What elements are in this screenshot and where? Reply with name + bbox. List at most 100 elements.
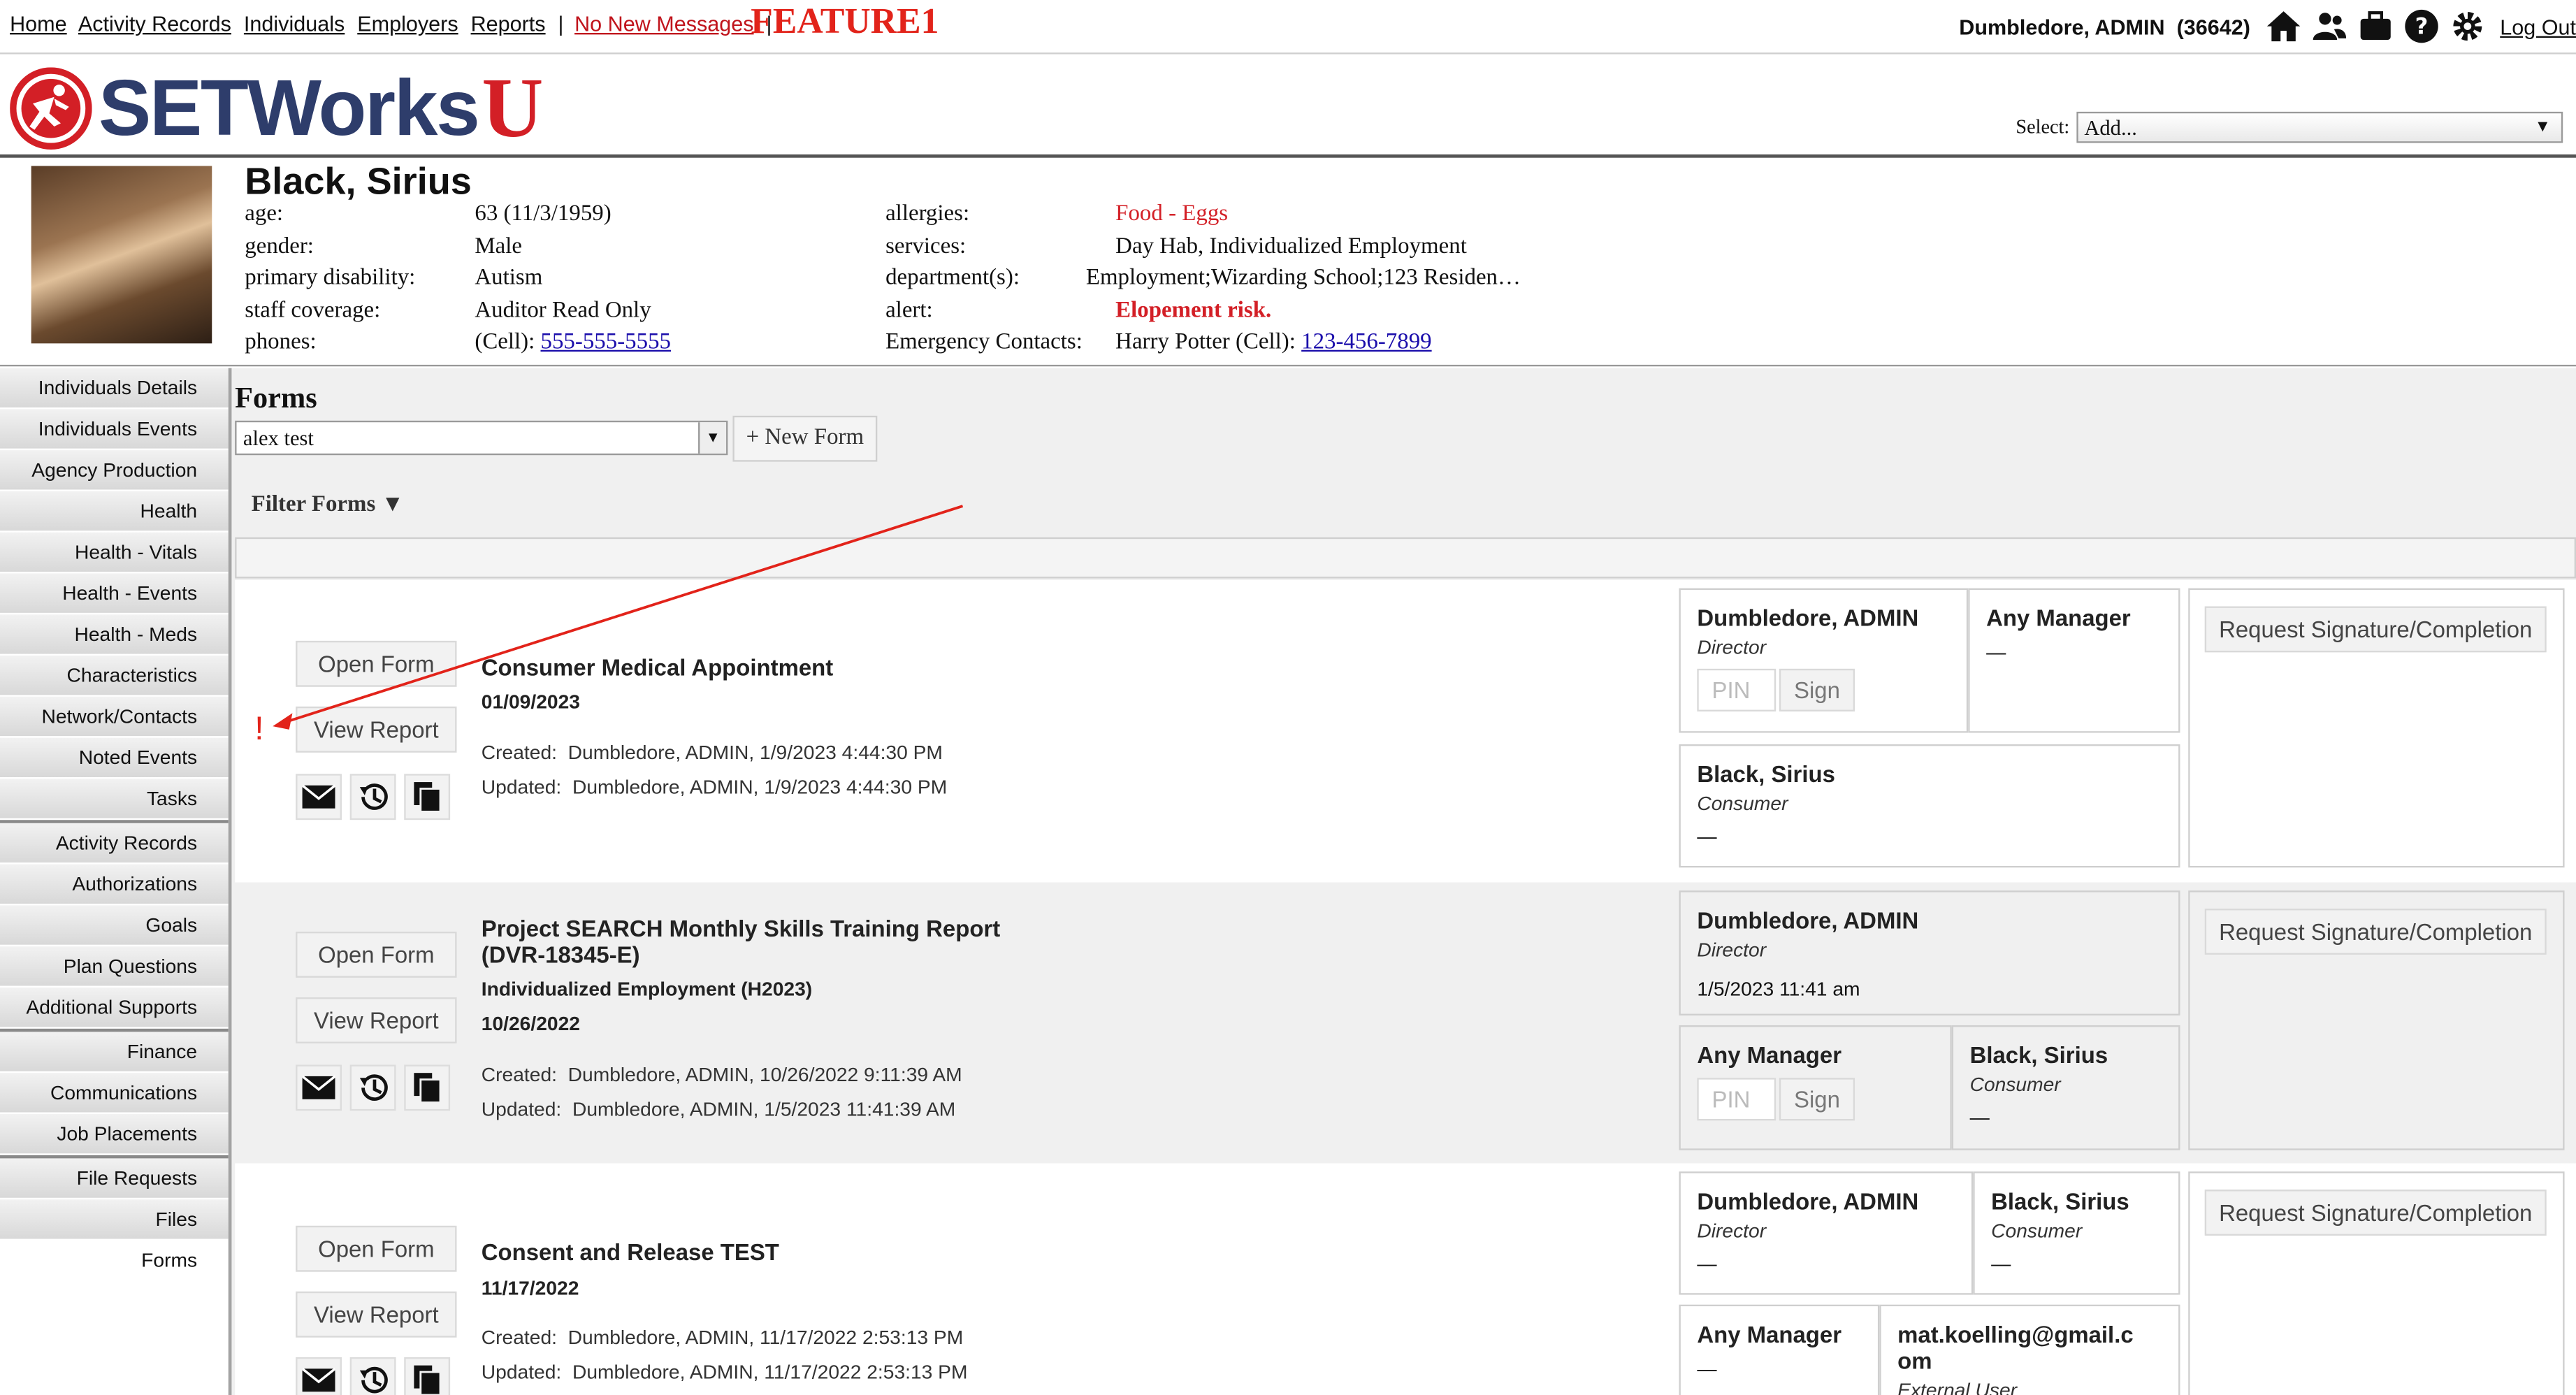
sidebar-item-health-events[interactable]: Health - Events [0, 573, 229, 615]
label-gender: gender: [245, 234, 314, 259]
email-icon[interactable] [296, 774, 342, 821]
sidebar-item-health-vitals[interactable]: Health - Vitals [0, 532, 229, 574]
sidebar-item-tasks[interactable]: Tasks [0, 779, 229, 821]
sidebar-item-file-requests[interactable]: File Requests [0, 1158, 229, 1200]
home-icon[interactable] [2265, 8, 2301, 45]
help-icon[interactable]: ? [2403, 8, 2440, 45]
briefcase-icon[interactable] [2357, 8, 2394, 45]
view-report-button[interactable]: View Report [296, 706, 457, 753]
history-icon[interactable] [349, 1064, 396, 1111]
nav-individuals-link[interactable]: Individuals [244, 11, 345, 36]
request-box: Request Signature/Completion [2188, 1171, 2565, 1395]
nav-home-link[interactable]: Home [10, 11, 67, 36]
users-icon[interactable] [2311, 8, 2347, 45]
sidebar-item-forms[interactable]: Forms [0, 1240, 229, 1282]
open-form-button[interactable]: Open Form [296, 640, 457, 687]
form-service: Individualized Employment (H2023) [481, 977, 813, 1001]
demographics-divider [0, 364, 2576, 367]
open-form-button[interactable]: Open Form [296, 1225, 457, 1272]
logout-link[interactable]: Log Out [2500, 14, 2576, 38]
copy-icon[interactable] [404, 1357, 451, 1395]
warning-icon: ! [254, 711, 264, 748]
sidebar-item-job-placements[interactable]: Job Placements [0, 1113, 229, 1155]
signer-box: mat.koelling@gmail.c om External User [1879, 1304, 2180, 1395]
sign-button[interactable]: Sign [1779, 668, 1855, 711]
sidebar-item-goals[interactable]: Goals [0, 905, 229, 947]
sidebar-item-additional-supports[interactable]: Additional Supports [0, 987, 229, 1029]
signer-name: Any Manager [1697, 1041, 1842, 1069]
filter-forms-toggle[interactable]: Filter Forms ▼ [252, 493, 404, 519]
phone-link[interactable]: 555-555-5555 [541, 331, 671, 355]
sidebar-item-individuals-events[interactable]: Individuals Events [0, 409, 229, 451]
logo-text: SETWorks [99, 64, 480, 152]
form-title[interactable]: Consent and Release TEST [482, 1239, 779, 1266]
email-icon[interactable] [296, 1357, 342, 1395]
view-report-button[interactable]: View Report [296, 1291, 457, 1338]
history-icon[interactable] [349, 1357, 396, 1395]
form-updated: Updated: Dumbledore, ADMIN, 11/17/2022 2… [481, 1360, 968, 1384]
sign-button[interactable]: Sign [1779, 1078, 1855, 1121]
pin-input[interactable]: PIN [1697, 668, 1777, 711]
demo-right-labels: allergies: services: department(s): aler… [885, 202, 1083, 363]
sidebar-item-communications[interactable]: Communications [0, 1073, 229, 1114]
setworks-logo[interactable]: SETWorks U [10, 62, 544, 155]
sidebar-item-plan-questions[interactable]: Plan Questions [0, 946, 229, 988]
history-icon[interactable] [349, 774, 396, 821]
nav-reports-link[interactable]: Reports [471, 11, 546, 36]
signer-box: Any Manager PIN Sign [1679, 1025, 1952, 1150]
signer-status: — [1969, 1106, 1990, 1129]
logo-suffix: U [482, 62, 544, 156]
request-signature-button[interactable]: Request Signature/Completion [2204, 1190, 2547, 1236]
open-form-button[interactable]: Open Form [296, 932, 457, 978]
add-select[interactable]: Add... ▼ [2076, 111, 2563, 143]
nav-employers-link[interactable]: Employers [357, 11, 458, 36]
value-services: Day Hab, Individualized Employment [1115, 234, 1467, 259]
sidebar-item-files[interactable]: Files [0, 1199, 229, 1241]
form-title[interactable]: Consumer Medical Appointment [482, 654, 833, 681]
sidebar-item-characteristics[interactable]: Characteristics [0, 656, 229, 697]
sidebar-item-network-contacts[interactable]: Network/Contacts [0, 696, 229, 738]
signer-box: Black, Sirius Consumer — [1679, 744, 2180, 868]
new-form-button[interactable]: + New Form [732, 415, 878, 462]
gear-icon[interactable] [2449, 8, 2485, 45]
sidebar-item-health-meds[interactable]: Health - Meds [0, 614, 229, 656]
sidebar-item-activity-records[interactable]: Activity Records [0, 823, 229, 865]
form-title[interactable]: Project SEARCH Monthly Skills Training R… [482, 915, 1000, 941]
nav-activity-records-link[interactable]: Activity Records [78, 11, 231, 36]
form-created: Created: Dumbledore, ADMIN, 11/17/2022 2… [481, 1326, 964, 1350]
nav-messages-link[interactable]: No New Messages [574, 11, 753, 36]
value-phones: (Cell): 555-555-5555 [475, 331, 671, 356]
signer-role: Consumer [1969, 1073, 2061, 1097]
signer-name: Dumbledore, ADMIN [1697, 1187, 1919, 1215]
signer-name: Black, Sirius [1697, 760, 1835, 788]
email-icon[interactable] [296, 1064, 342, 1111]
form-date: 01/09/2023 [481, 690, 580, 714]
pin-input[interactable]: PIN [1697, 1078, 1777, 1121]
sidebar-item-health[interactable]: Health [0, 491, 229, 533]
signer-role: Director [1697, 938, 1767, 962]
sidebar-item-finance[interactable]: Finance [0, 1032, 229, 1074]
header-select-label: Select: [2016, 115, 2070, 138]
signer-status: — [1697, 825, 1717, 848]
view-report-button[interactable]: View Report [296, 997, 457, 1043]
demo-right-values: Food - Eggs Day Hab, Individualized Empl… [1086, 202, 1521, 363]
copy-icon[interactable] [404, 1064, 451, 1111]
form-title-code: (DVR-18345-E) [481, 941, 640, 968]
form-type-select[interactable]: alex test ▼ [235, 420, 728, 456]
emergency-phone-link[interactable]: 123-456-7899 [1301, 331, 1431, 355]
signer-status: — [1697, 1252, 1717, 1275]
sidebar-item-individuals-details[interactable]: Individuals Details [0, 368, 229, 410]
signer-role: Consumer [1991, 1219, 2083, 1243]
sidebar-item-noted-events[interactable]: Noted Events [0, 737, 229, 779]
request-signature-button[interactable]: Request Signature/Completion [2204, 909, 2547, 955]
label-age: age: [245, 202, 284, 227]
demo-left-values: 63 (11/3/1959) Male Autism Auditor Read … [475, 202, 671, 363]
request-signature-button[interactable]: Request Signature/Completion [2204, 606, 2547, 653]
copy-icon[interactable] [404, 774, 451, 821]
nav-separator: | [558, 11, 564, 36]
form-created: Created: Dumbledore, ADMIN, 10/26/2022 9… [481, 1063, 962, 1086]
form-updated: Updated: Dumbledore, ADMIN, 1/9/2023 4:4… [481, 775, 948, 799]
sidebar-item-agency-production[interactable]: Agency Production [0, 450, 229, 491]
sidebar-item-authorizations[interactable]: Authorizations [0, 864, 229, 906]
signer-box: Dumbledore, ADMIN Director 1/5/2023 11:4… [1679, 890, 2180, 1015]
